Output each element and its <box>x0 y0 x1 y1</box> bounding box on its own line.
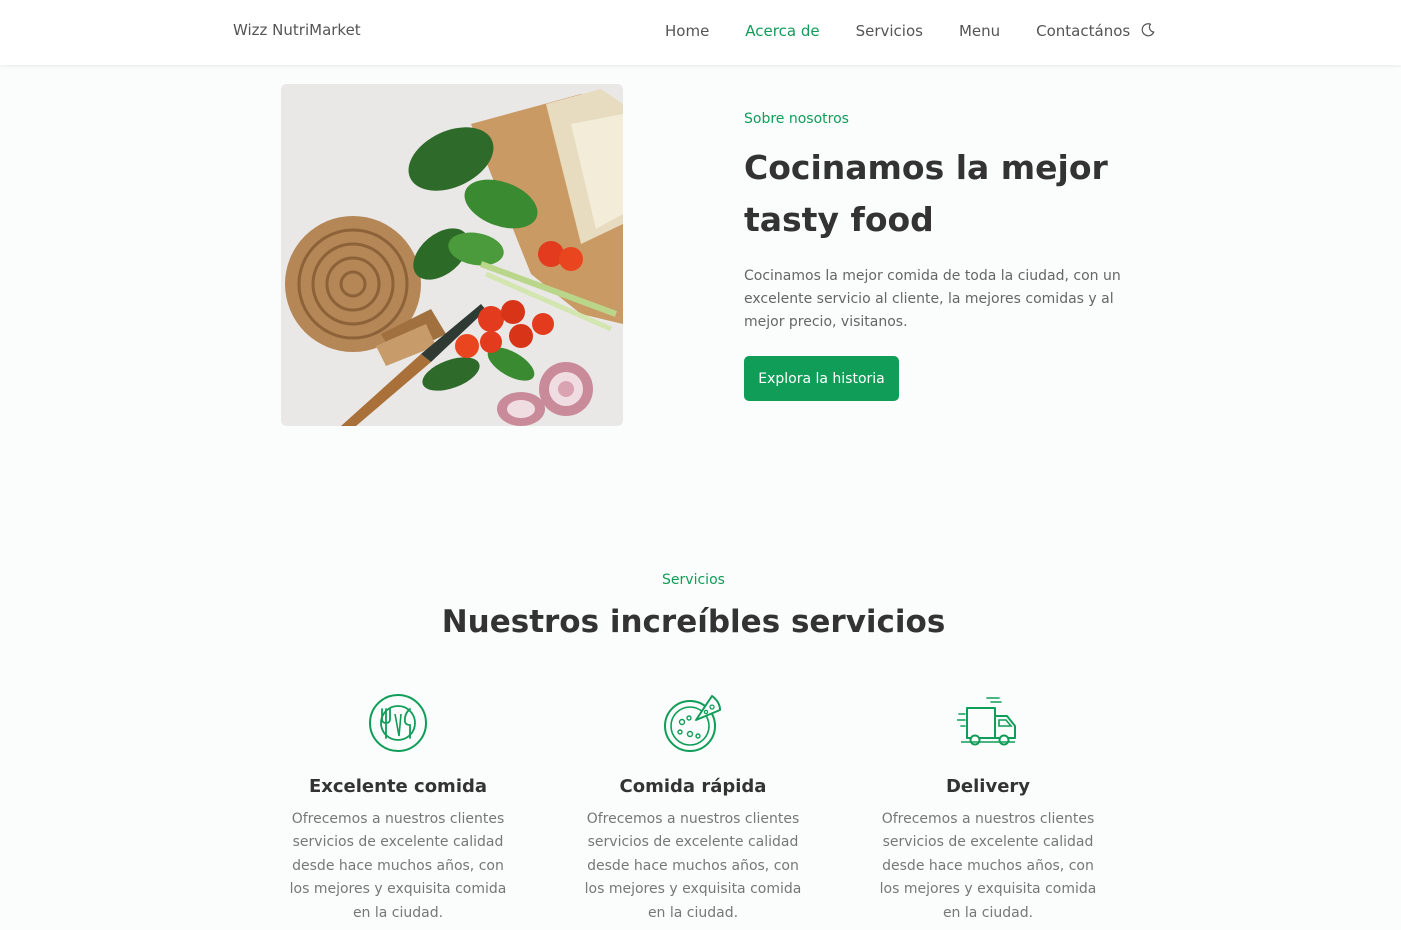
nav-home[interactable]: Home <box>665 22 709 40</box>
services-title: Nuestros increíbles servicios <box>441 604 946 640</box>
pizza-icon <box>664 695 721 752</box>
service-card: Comida rápida Ofrecemos a nuestros clien… <box>573 692 813 925</box>
service-description: Ofrecemos a nuestros clientes servicios … <box>289 811 507 921</box>
services-subtitle: Servicios <box>662 572 725 588</box>
about-description: Cocinamos la mejor comida de toda la ciu… <box>744 268 1121 330</box>
food-ingredients-photo <box>281 84 623 426</box>
main-nav: Home Acerca de Servicios Menu Contactáno… <box>665 21 1166 41</box>
site-header: Wizz NutriMarket Home Acerca de Servicio… <box>0 0 1401 65</box>
moon-icon[interactable] <box>1140 22 1156 38</box>
nav-about[interactable]: Acerca de <box>745 22 819 40</box>
site-logo[interactable]: Wizz NutriMarket <box>233 21 361 39</box>
nav-services[interactable]: Servicios <box>856 22 923 40</box>
explore-story-button[interactable]: Explora la historia <box>744 356 899 401</box>
service-title: Delivery <box>945 776 1031 797</box>
about-subtitle: Sobre nosotros <box>744 111 849 127</box>
about-title: Cocinamos la mejor tasty food <box>744 148 1108 239</box>
delivery-truck-icon <box>957 697 1016 746</box>
service-title: Comida rápida <box>619 776 767 797</box>
nav-contact[interactable]: Contactános <box>1036 22 1130 40</box>
service-description: Ofrecemos a nuestros clientes servicios … <box>879 811 1097 921</box>
service-title: Excelente comida <box>308 776 488 797</box>
service-description: Ofrecemos a nuestros clientes servicios … <box>584 811 802 921</box>
cutlery-plate-icon <box>369 694 427 752</box>
nav-menu[interactable]: Menu <box>959 22 1000 40</box>
service-card: Excelente comida Ofrecemos a nuestros cl… <box>278 692 518 925</box>
service-card: Delivery Ofrecemos a nuestros clientes s… <box>868 692 1108 925</box>
